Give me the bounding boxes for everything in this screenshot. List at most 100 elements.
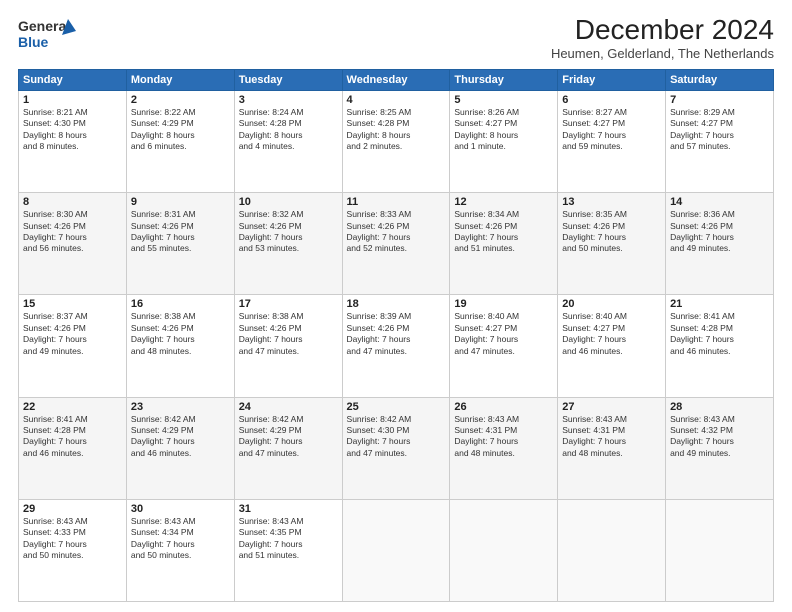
col-monday: Monday <box>126 69 234 90</box>
day-number: 17 <box>239 298 338 310</box>
day-number: 7 <box>670 94 769 106</box>
cell-info: Sunrise: 8:25 AM Sunset: 4:28 PM Dayligh… <box>347 107 446 153</box>
cell-info: Sunrise: 8:30 AM Sunset: 4:26 PM Dayligh… <box>23 209 122 255</box>
calendar-cell: 23Sunrise: 8:42 AM Sunset: 4:29 PM Dayli… <box>126 397 234 499</box>
calendar-row-5: 29Sunrise: 8:43 AM Sunset: 4:33 PM Dayli… <box>19 499 774 601</box>
title-block: December 2024 Heumen, Gelderland, The Ne… <box>551 15 774 61</box>
col-sunday: Sunday <box>19 69 127 90</box>
day-number: 23 <box>131 401 230 413</box>
calendar-cell: 28Sunrise: 8:43 AM Sunset: 4:32 PM Dayli… <box>666 397 774 499</box>
calendar-row-3: 15Sunrise: 8:37 AM Sunset: 4:26 PM Dayli… <box>19 295 774 397</box>
cell-info: Sunrise: 8:35 AM Sunset: 4:26 PM Dayligh… <box>562 209 661 255</box>
day-number: 14 <box>670 196 769 208</box>
day-number: 4 <box>347 94 446 106</box>
cell-info: Sunrise: 8:43 AM Sunset: 4:33 PM Dayligh… <box>23 516 122 562</box>
day-number: 12 <box>454 196 553 208</box>
calendar-cell: 1Sunrise: 8:21 AM Sunset: 4:30 PM Daylig… <box>19 90 127 192</box>
day-number: 22 <box>23 401 122 413</box>
svg-text:General: General <box>18 18 70 34</box>
col-thursday: Thursday <box>450 69 558 90</box>
cell-info: Sunrise: 8:26 AM Sunset: 4:27 PM Dayligh… <box>454 107 553 153</box>
cell-info: Sunrise: 8:33 AM Sunset: 4:26 PM Dayligh… <box>347 209 446 255</box>
calendar-cell: 26Sunrise: 8:43 AM Sunset: 4:31 PM Dayli… <box>450 397 558 499</box>
day-number: 28 <box>670 401 769 413</box>
svg-text:Blue: Blue <box>18 34 49 50</box>
logo-svg: GeneralBlue <box>18 15 78 53</box>
cell-info: Sunrise: 8:43 AM Sunset: 4:31 PM Dayligh… <box>562 414 661 460</box>
col-tuesday: Tuesday <box>234 69 342 90</box>
calendar-cell: 21Sunrise: 8:41 AM Sunset: 4:28 PM Dayli… <box>666 295 774 397</box>
cell-info: Sunrise: 8:43 AM Sunset: 4:31 PM Dayligh… <box>454 414 553 460</box>
day-number: 15 <box>23 298 122 310</box>
cell-info: Sunrise: 8:36 AM Sunset: 4:26 PM Dayligh… <box>670 209 769 255</box>
calendar-cell: 8Sunrise: 8:30 AM Sunset: 4:26 PM Daylig… <box>19 193 127 295</box>
col-wednesday: Wednesday <box>342 69 450 90</box>
calendar-cell: 11Sunrise: 8:33 AM Sunset: 4:26 PM Dayli… <box>342 193 450 295</box>
day-number: 29 <box>23 503 122 515</box>
cell-info: Sunrise: 8:34 AM Sunset: 4:26 PM Dayligh… <box>454 209 553 255</box>
cell-info: Sunrise: 8:43 AM Sunset: 4:32 PM Dayligh… <box>670 414 769 460</box>
day-number: 6 <box>562 94 661 106</box>
calendar-cell: 10Sunrise: 8:32 AM Sunset: 4:26 PM Dayli… <box>234 193 342 295</box>
day-number: 10 <box>239 196 338 208</box>
cell-info: Sunrise: 8:32 AM Sunset: 4:26 PM Dayligh… <box>239 209 338 255</box>
cell-info: Sunrise: 8:21 AM Sunset: 4:30 PM Dayligh… <box>23 107 122 153</box>
day-number: 26 <box>454 401 553 413</box>
logo: GeneralBlue <box>18 15 78 53</box>
cell-info: Sunrise: 8:42 AM Sunset: 4:29 PM Dayligh… <box>131 414 230 460</box>
calendar-cell: 7Sunrise: 8:29 AM Sunset: 4:27 PM Daylig… <box>666 90 774 192</box>
cell-info: Sunrise: 8:24 AM Sunset: 4:28 PM Dayligh… <box>239 107 338 153</box>
cell-info: Sunrise: 8:38 AM Sunset: 4:26 PM Dayligh… <box>131 311 230 357</box>
cell-info: Sunrise: 8:39 AM Sunset: 4:26 PM Dayligh… <box>347 311 446 357</box>
calendar-cell <box>666 499 774 601</box>
page: GeneralBlue December 2024 Heumen, Gelder… <box>0 0 792 612</box>
day-number: 3 <box>239 94 338 106</box>
col-friday: Friday <box>558 69 666 90</box>
cell-info: Sunrise: 8:41 AM Sunset: 4:28 PM Dayligh… <box>670 311 769 357</box>
header: GeneralBlue December 2024 Heumen, Gelder… <box>18 15 774 61</box>
day-number: 31 <box>239 503 338 515</box>
calendar-cell: 4Sunrise: 8:25 AM Sunset: 4:28 PM Daylig… <box>342 90 450 192</box>
calendar-cell: 19Sunrise: 8:40 AM Sunset: 4:27 PM Dayli… <box>450 295 558 397</box>
subtitle: Heumen, Gelderland, The Netherlands <box>551 46 774 61</box>
cell-info: Sunrise: 8:29 AM Sunset: 4:27 PM Dayligh… <box>670 107 769 153</box>
day-number: 25 <box>347 401 446 413</box>
day-number: 24 <box>239 401 338 413</box>
calendar-table: Sunday Monday Tuesday Wednesday Thursday… <box>18 69 774 602</box>
calendar-cell: 20Sunrise: 8:40 AM Sunset: 4:27 PM Dayli… <box>558 295 666 397</box>
cell-info: Sunrise: 8:40 AM Sunset: 4:27 PM Dayligh… <box>562 311 661 357</box>
day-number: 27 <box>562 401 661 413</box>
cell-info: Sunrise: 8:31 AM Sunset: 4:26 PM Dayligh… <box>131 209 230 255</box>
calendar-cell <box>558 499 666 601</box>
day-number: 1 <box>23 94 122 106</box>
cell-info: Sunrise: 8:43 AM Sunset: 4:35 PM Dayligh… <box>239 516 338 562</box>
main-title: December 2024 <box>551 15 774 46</box>
day-number: 18 <box>347 298 446 310</box>
cell-info: Sunrise: 8:22 AM Sunset: 4:29 PM Dayligh… <box>131 107 230 153</box>
day-number: 20 <box>562 298 661 310</box>
day-number: 5 <box>454 94 553 106</box>
calendar-cell: 24Sunrise: 8:42 AM Sunset: 4:29 PM Dayli… <box>234 397 342 499</box>
calendar-cell: 9Sunrise: 8:31 AM Sunset: 4:26 PM Daylig… <box>126 193 234 295</box>
day-number: 16 <box>131 298 230 310</box>
calendar-cell: 5Sunrise: 8:26 AM Sunset: 4:27 PM Daylig… <box>450 90 558 192</box>
calendar-cell: 22Sunrise: 8:41 AM Sunset: 4:28 PM Dayli… <box>19 397 127 499</box>
day-number: 11 <box>347 196 446 208</box>
day-number: 30 <box>131 503 230 515</box>
calendar-cell: 13Sunrise: 8:35 AM Sunset: 4:26 PM Dayli… <box>558 193 666 295</box>
cell-info: Sunrise: 8:41 AM Sunset: 4:28 PM Dayligh… <box>23 414 122 460</box>
day-number: 9 <box>131 196 230 208</box>
cell-info: Sunrise: 8:40 AM Sunset: 4:27 PM Dayligh… <box>454 311 553 357</box>
col-saturday: Saturday <box>666 69 774 90</box>
calendar-cell: 29Sunrise: 8:43 AM Sunset: 4:33 PM Dayli… <box>19 499 127 601</box>
calendar-cell: 3Sunrise: 8:24 AM Sunset: 4:28 PM Daylig… <box>234 90 342 192</box>
calendar-cell: 16Sunrise: 8:38 AM Sunset: 4:26 PM Dayli… <box>126 295 234 397</box>
calendar-cell: 25Sunrise: 8:42 AM Sunset: 4:30 PM Dayli… <box>342 397 450 499</box>
calendar-cell <box>450 499 558 601</box>
calendar-row-2: 8Sunrise: 8:30 AM Sunset: 4:26 PM Daylig… <box>19 193 774 295</box>
cell-info: Sunrise: 8:27 AM Sunset: 4:27 PM Dayligh… <box>562 107 661 153</box>
calendar-cell: 17Sunrise: 8:38 AM Sunset: 4:26 PM Dayli… <box>234 295 342 397</box>
calendar-body: 1Sunrise: 8:21 AM Sunset: 4:30 PM Daylig… <box>19 90 774 601</box>
calendar-row-4: 22Sunrise: 8:41 AM Sunset: 4:28 PM Dayli… <box>19 397 774 499</box>
calendar-cell: 27Sunrise: 8:43 AM Sunset: 4:31 PM Dayli… <box>558 397 666 499</box>
